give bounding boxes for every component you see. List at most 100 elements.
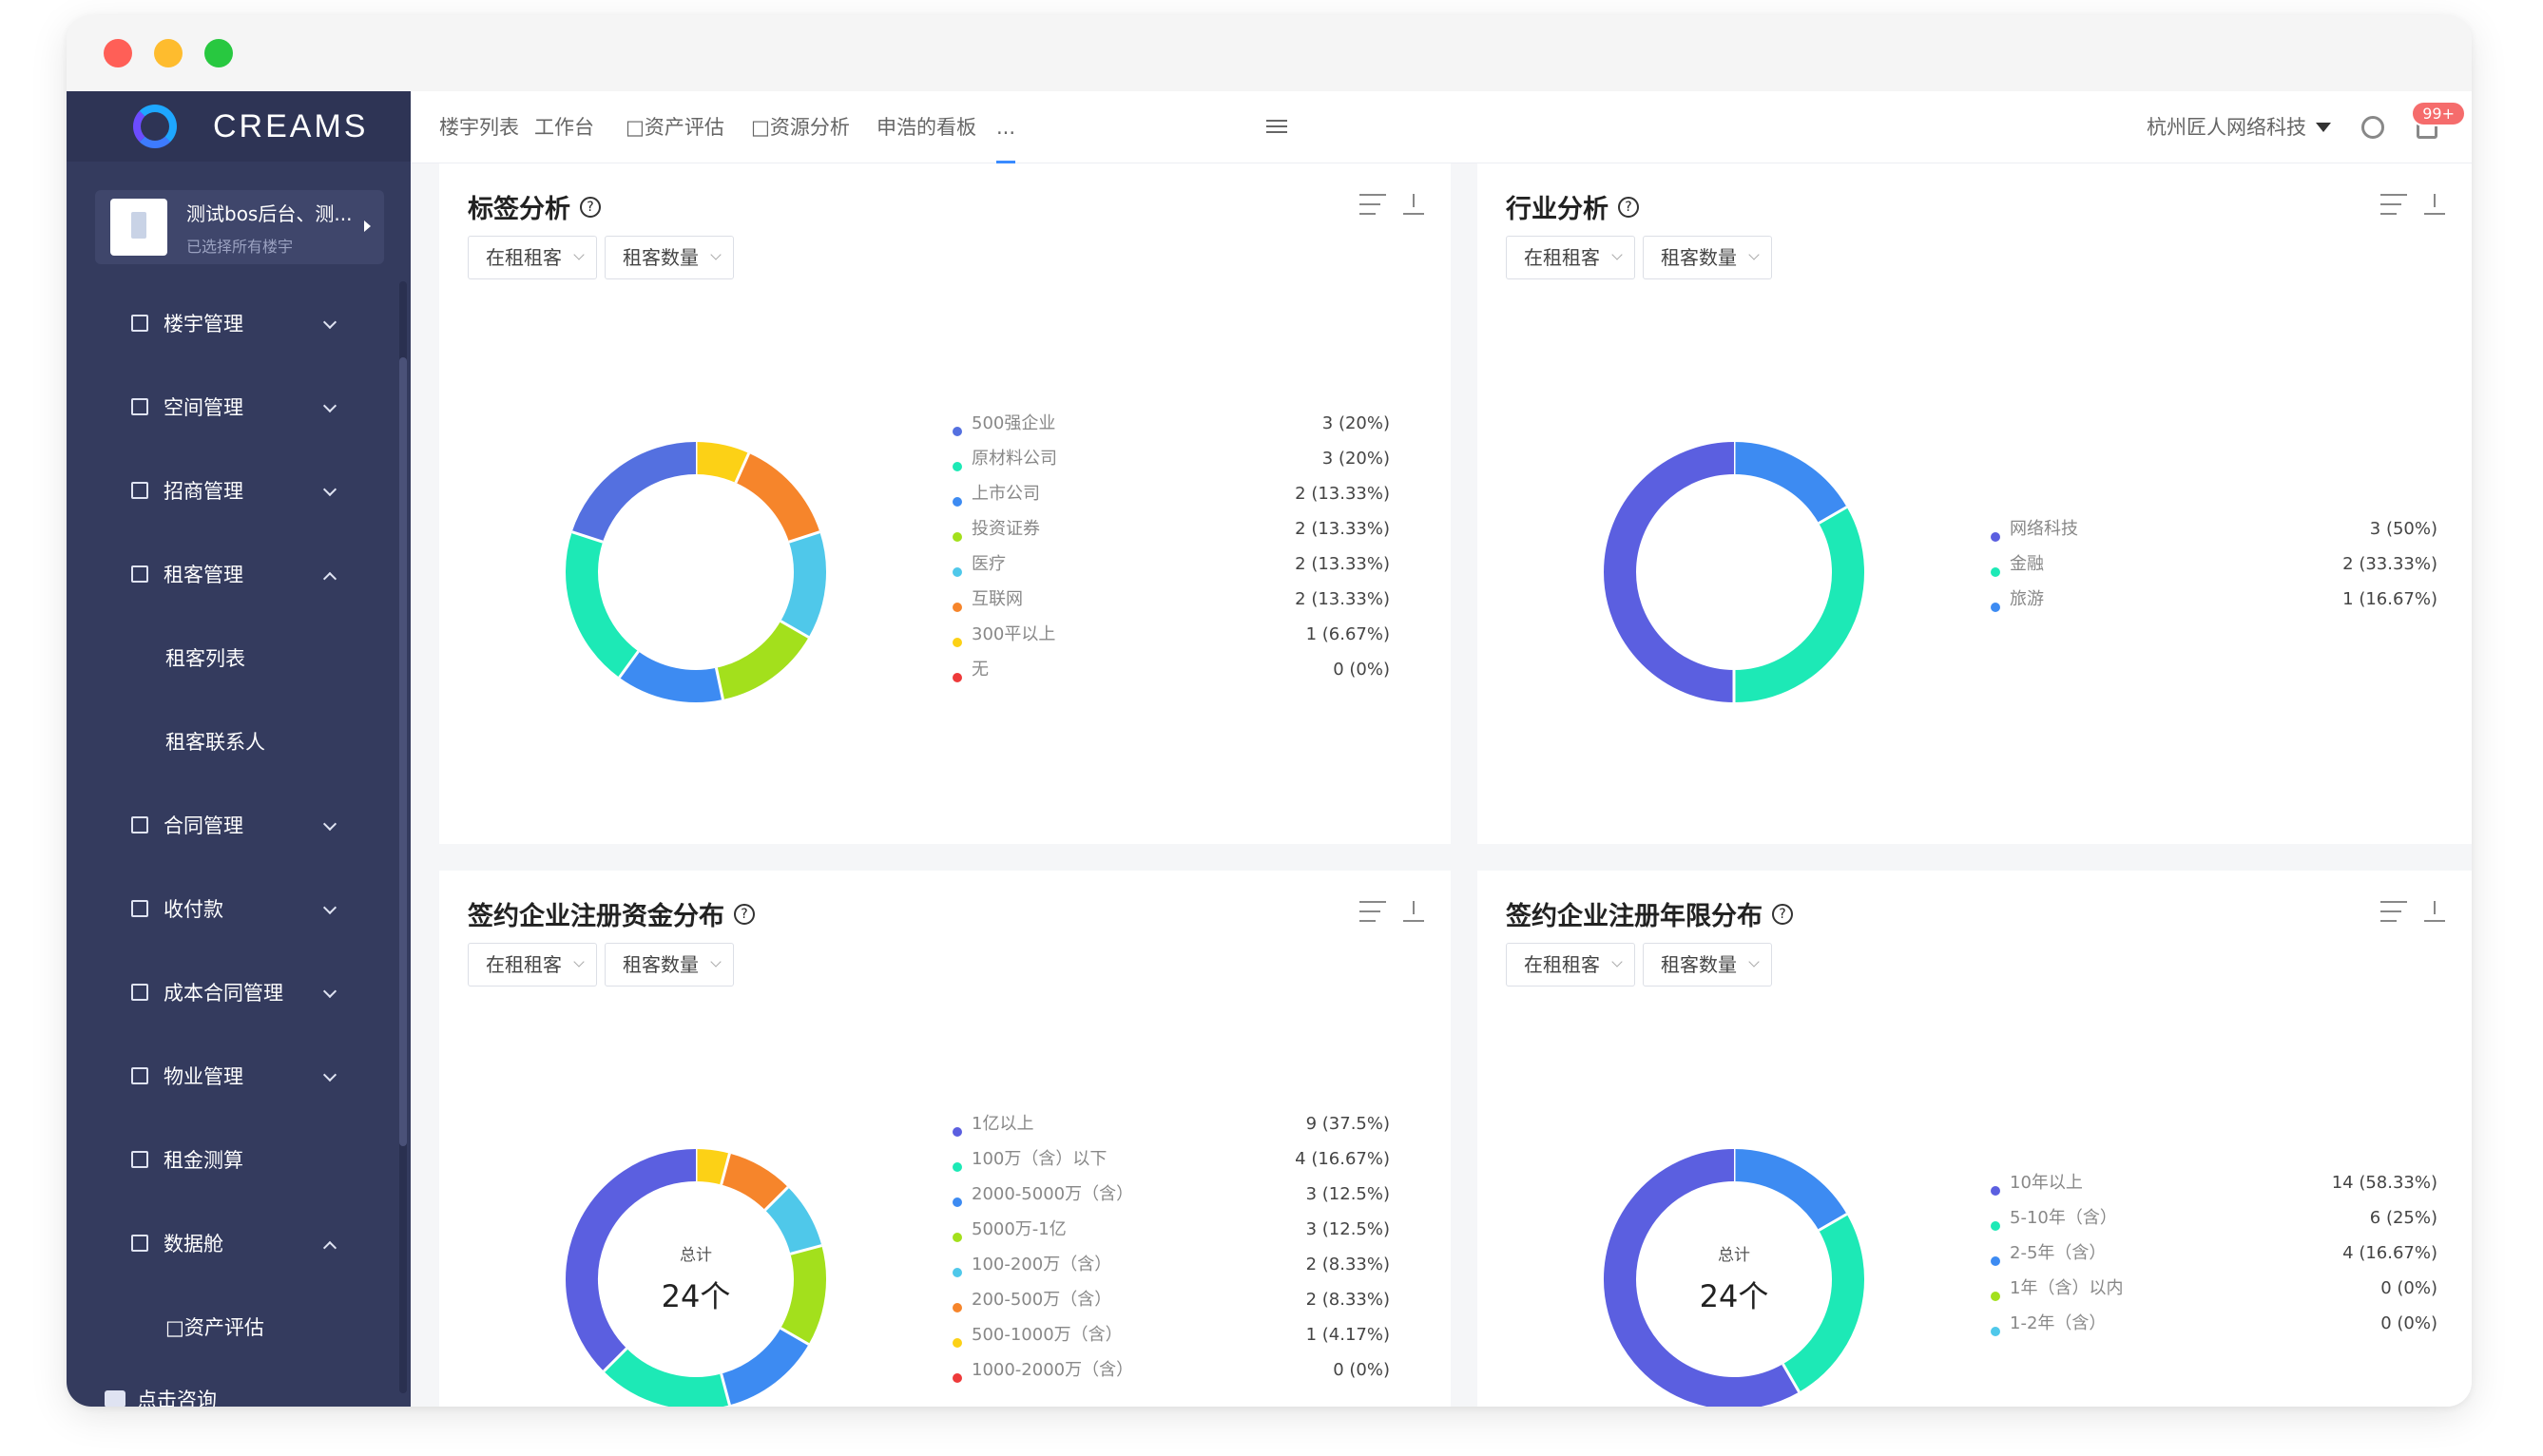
donut-slice[interactable] [721, 1328, 809, 1406]
donut-slice[interactable] [619, 651, 723, 702]
sidebar-item[interactable]: 成本合同管理 [67, 950, 397, 1034]
donut-slice[interactable] [1733, 507, 1864, 702]
legend-item[interactable]: 1000-2000万（含） 0 (0%) [953, 1352, 1390, 1388]
sidebar-item[interactable]: 楼宇管理 [67, 281, 397, 365]
tenant-status-select[interactable]: 在租租客 [468, 943, 597, 987]
help-icon[interactable]: ? [1618, 196, 1639, 218]
sidebar-item-label: 物业管理 [164, 1065, 243, 1088]
list-icon[interactable] [2380, 901, 2407, 922]
help-icon[interactable]: ? [580, 196, 601, 218]
list-icon[interactable] [1359, 194, 1386, 215]
legend-item[interactable]: 5000万-1亿 3 (12.5%) [953, 1212, 1390, 1247]
metric-select[interactable]: 租客数量 [1643, 236, 1772, 279]
help-icon[interactable]: ? [734, 903, 755, 925]
tab[interactable]: 楼宇列表 [439, 91, 519, 163]
tenant-status-select[interactable]: 在租租客 [1506, 236, 1635, 279]
legend-item[interactable]: 投资证券 2 (13.33%) [953, 511, 1390, 546]
legend-name: 2000-5000万（含） [953, 1184, 1133, 1204]
sidebar-item[interactable]: 空间管理 [67, 365, 397, 449]
donut-slice[interactable] [1733, 1149, 1847, 1231]
donut-slice[interactable] [695, 1149, 730, 1185]
legend-value: 4 (16.67%) [2342, 1243, 2437, 1263]
minimize-window-button[interactable] [154, 39, 183, 67]
legend-item[interactable]: 网络科技 3 (50%) [1991, 511, 2437, 546]
metric-select[interactable]: 租客数量 [605, 943, 734, 987]
donut-slice[interactable] [695, 442, 749, 484]
legend-item[interactable]: 2-5年（含） 4 (16.67%) [1991, 1236, 2437, 1271]
legend-item[interactable]: 2000-5000万（含） 3 (12.5%) [953, 1177, 1390, 1212]
download-icon[interactable] [1403, 901, 1424, 922]
legend-name: 旅游 [1991, 589, 2044, 609]
legend-item[interactable]: 500强企业 3 (20%) [953, 406, 1390, 441]
list-icon[interactable] [1359, 901, 1386, 922]
donut-slice[interactable] [566, 531, 639, 678]
settings-sliders-icon[interactable] [1266, 116, 1287, 137]
maximize-window-button[interactable] [204, 39, 233, 67]
donut-slice[interactable] [1604, 442, 1735, 702]
sidebar-scrollbar[interactable] [399, 281, 407, 1393]
tab[interactable]: □资产评估 [626, 91, 724, 163]
legend-item[interactable]: 1年（含）以内 0 (0%) [1991, 1271, 2437, 1306]
download-icon[interactable] [2424, 901, 2445, 922]
consult-button[interactable]: 点击咨询 [67, 1380, 217, 1407]
legend-item[interactable]: 1-2年（含） 0 (0%) [1991, 1306, 2437, 1341]
sidebar-item[interactable]: 租客管理 [67, 532, 397, 616]
tab[interactable]: □资源分析 [751, 91, 850, 163]
sidebar-item[interactable]: 招商管理 [67, 449, 397, 532]
caret-down-icon[interactable] [2316, 123, 2331, 132]
sidebar-item[interactable]: 收付款 [67, 867, 397, 950]
donut-slice[interactable] [780, 531, 826, 638]
company-selector[interactable]: 杭州匠人网络科技 [2147, 91, 2306, 163]
tenant-status-select[interactable]: 在租租客 [1506, 943, 1635, 987]
legend-name: 网络科技 [1991, 519, 2078, 539]
sidebar-item[interactable]: 租客列表 [67, 616, 397, 699]
donut-slice[interactable] [721, 1153, 788, 1211]
sidebar-item[interactable]: 租客联系人 [67, 699, 397, 783]
download-icon[interactable] [1403, 194, 1424, 215]
help-icon[interactable]: ? [1772, 903, 1793, 925]
sidebar-item[interactable]: □资产评估 [67, 1285, 397, 1369]
legend-item[interactable]: 旅游 1 (16.67%) [1991, 582, 2437, 617]
sidebar-item[interactable]: 租金测算 [67, 1118, 397, 1201]
chart-card: 行业分析 ? 在租租客 租客数量 网络科技 3 (50%) 金融 2 (33.3… [1477, 163, 2472, 844]
legend-item[interactable]: 金融 2 (33.33%) [1991, 546, 2437, 582]
legend-item[interactable]: 无 0 (0%) [953, 652, 1390, 687]
sidebar-item-label: 成本合同管理 [164, 982, 283, 1005]
legend-item[interactable]: 互联网 2 (13.33%) [953, 582, 1390, 617]
sidebar-item[interactable]: 物业管理 [67, 1034, 397, 1118]
tab[interactable]: ... [996, 91, 1016, 163]
sidebar-scrollbar-thumb[interactable] [399, 357, 407, 1146]
legend-item[interactable]: 上市公司 2 (13.33%) [953, 476, 1390, 511]
donut-slice[interactable] [780, 1245, 826, 1345]
tab[interactable]: 工作台 [534, 91, 594, 163]
legend-item[interactable]: 300平以上 1 (6.67%) [953, 617, 1390, 652]
metric-select[interactable]: 租客数量 [1643, 943, 1772, 987]
donut-slice[interactable] [735, 452, 820, 543]
donut-slice[interactable] [571, 442, 697, 543]
chevron-up-icon [322, 1240, 337, 1255]
legend-item[interactable]: 10年以上 14 (58.33%) [1991, 1165, 2437, 1200]
legend-item[interactable]: 5-10年（含） 6 (25%) [1991, 1200, 2437, 1236]
tenant-status-select[interactable]: 在租租客 [468, 236, 597, 279]
tab[interactable]: 申浩的看板 [877, 91, 976, 163]
card-title: 签约企业注册资金分布 ? [468, 895, 755, 932]
legend-item[interactable]: 医疗 2 (13.33%) [953, 546, 1390, 582]
legend-item[interactable]: 1亿以上 9 (37.5%) [953, 1106, 1390, 1141]
gear-icon[interactable] [2361, 116, 2384, 139]
chevron-down-icon [322, 816, 337, 832]
download-icon[interactable] [2424, 194, 2445, 215]
list-icon[interactable] [2380, 194, 2407, 215]
sidebar-item[interactable]: 数据舱 [67, 1201, 397, 1285]
donut-slice[interactable] [1733, 442, 1847, 524]
donut-slice[interactable] [715, 621, 809, 700]
legend-item[interactable]: 100万（含）以下 4 (16.67%) [953, 1141, 1390, 1177]
legend-item[interactable]: 500-1000万（含） 1 (4.17%) [953, 1317, 1390, 1352]
metric-select[interactable]: 租客数量 [605, 236, 734, 279]
project-selector[interactable]: 测试bos后台、测... 已选择所有楼宇 [95, 190, 384, 264]
close-window-button[interactable] [104, 39, 132, 67]
legend-item[interactable]: 200-500万（含） 2 (8.33%) [953, 1282, 1390, 1317]
legend-item[interactable]: 原材料公司 3 (20%) [953, 441, 1390, 476]
donut-slice[interactable] [604, 1348, 730, 1407]
sidebar-item[interactable]: 合同管理 [67, 783, 397, 867]
legend-item[interactable]: 100-200万（含） 2 (8.33%) [953, 1247, 1390, 1282]
